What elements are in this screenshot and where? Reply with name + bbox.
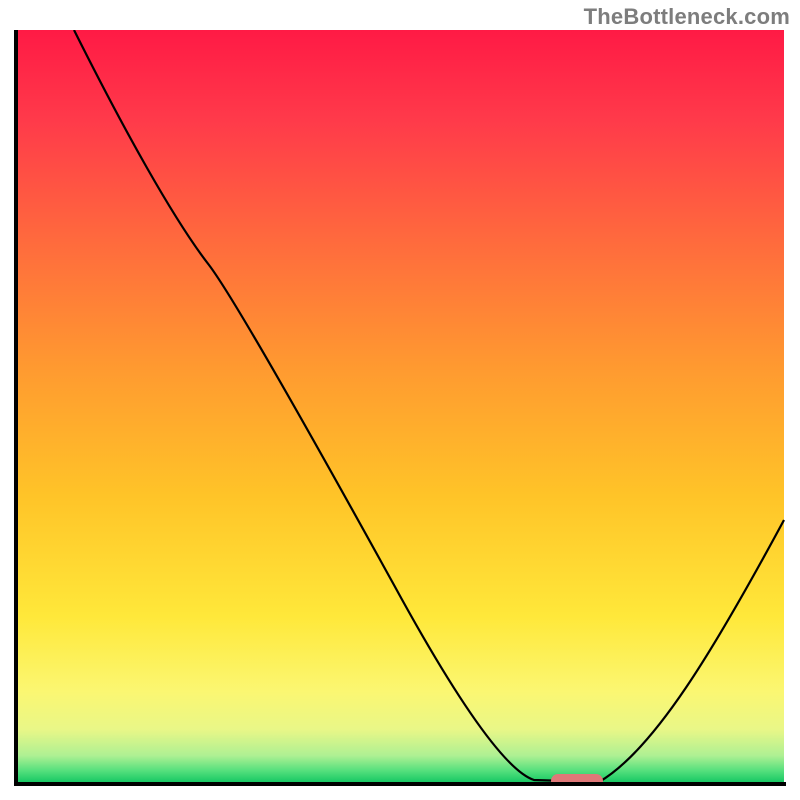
attribution-label: TheBottleneck.com	[584, 4, 790, 30]
bottleneck-chart	[14, 30, 786, 786]
chart-root: TheBottleneck.com	[0, 0, 800, 800]
gradient-background	[16, 30, 784, 782]
